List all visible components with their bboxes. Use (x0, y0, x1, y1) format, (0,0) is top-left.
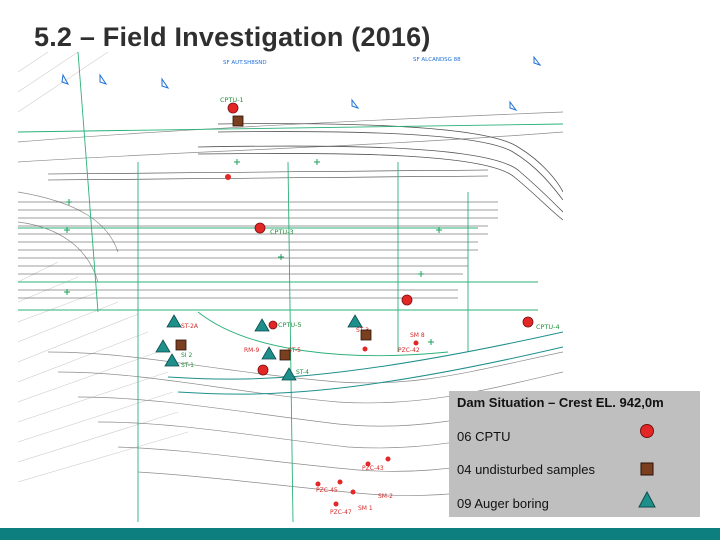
legend-item-auger: 09 Auger boring (457, 496, 549, 511)
sample-point (360, 329, 372, 341)
brown-square-icon (640, 462, 654, 476)
cptu-point (268, 320, 278, 330)
teal-triangle-icon (638, 491, 656, 508)
cptu-point (522, 316, 534, 328)
cptu-point (227, 102, 239, 114)
legend-title: Dam Situation – Crest EL. 942,0m (457, 395, 664, 410)
auger-point (155, 339, 171, 353)
cptu-point (257, 364, 269, 376)
legend-item-samples: 04 undisturbed samples (457, 462, 596, 477)
auger-point (261, 346, 277, 360)
legend-item-cptu: 06 CPTU (457, 429, 511, 444)
sample-point (232, 115, 244, 127)
sample-point (279, 349, 291, 361)
auger-point (254, 318, 270, 332)
sample-point (175, 339, 187, 351)
auger-point (347, 314, 363, 328)
cptu-markers (227, 102, 534, 376)
footer-bar (0, 528, 720, 540)
red-circle-icon (640, 424, 654, 438)
cptu-point (401, 294, 413, 306)
auger-point (166, 314, 182, 328)
auger-point (164, 353, 180, 367)
auger-point (281, 367, 297, 381)
cptu-point (254, 222, 266, 234)
legend-panel: Dam Situation – Crest EL. 942,0m 06 CPTU… (449, 391, 700, 517)
